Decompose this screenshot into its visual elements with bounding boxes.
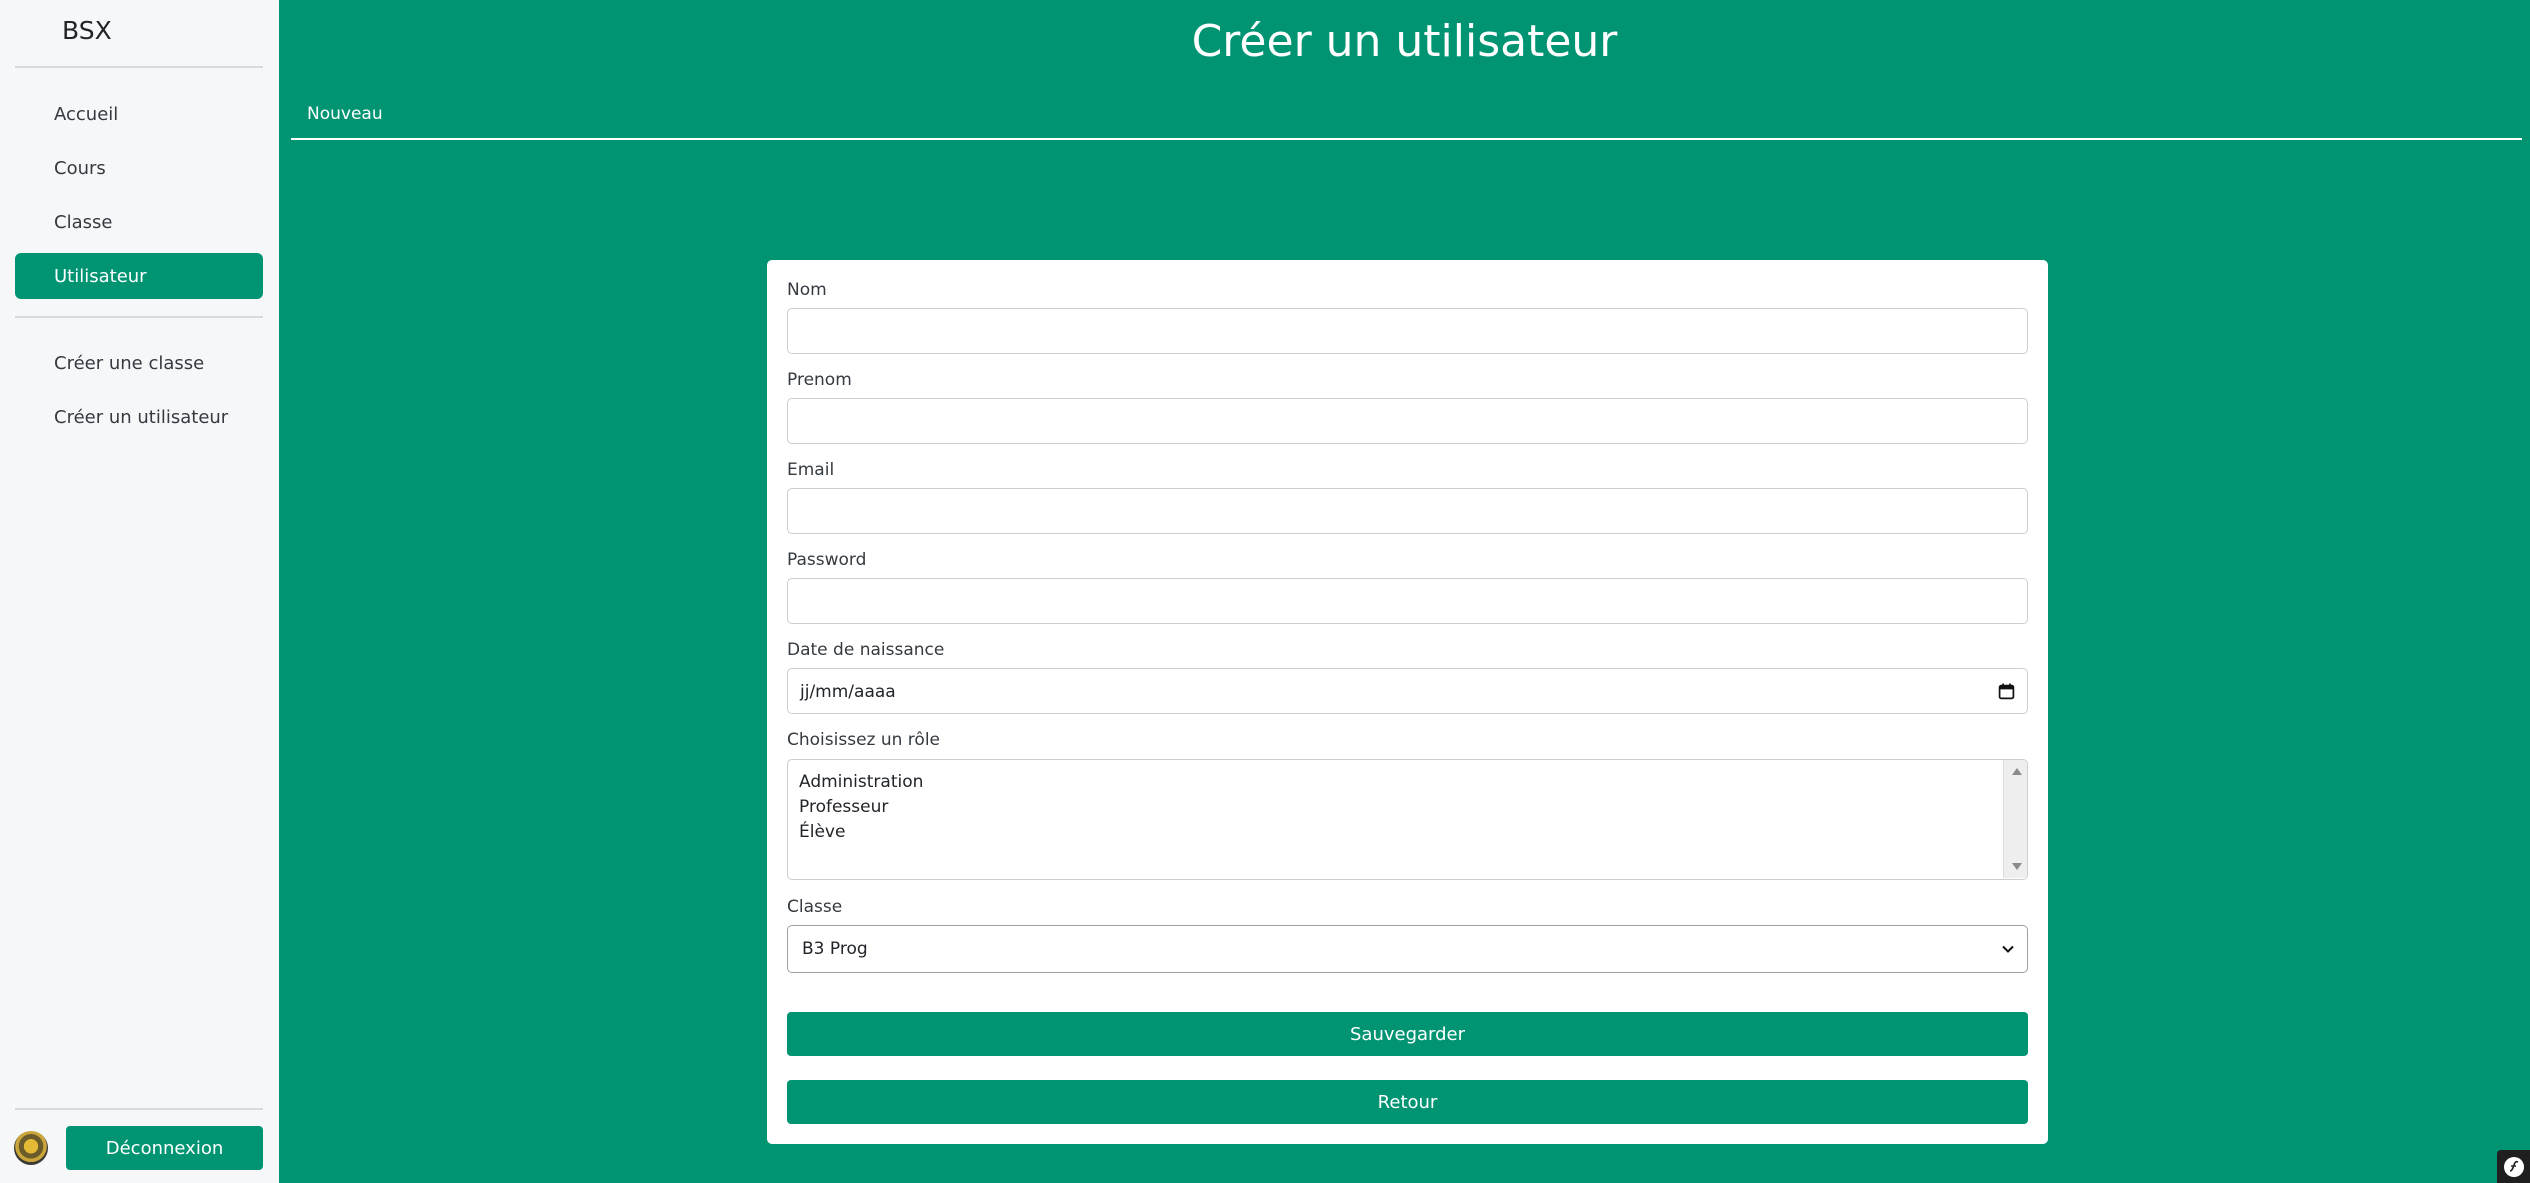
sidebar-divider — [15, 1108, 263, 1110]
calendar-icon[interactable] — [1998, 683, 2015, 700]
sidebar-divider — [15, 316, 263, 318]
role-scrollbar[interactable] — [2003, 760, 2027, 878]
symfony-icon — [2503, 1156, 2524, 1177]
avatar[interactable] — [14, 1131, 48, 1165]
email-label: Email — [787, 460, 835, 480]
classe-selected-value: B3 Prog — [802, 939, 868, 959]
role-label: Choisissez un rôle — [787, 730, 940, 750]
sidebar-item-cours[interactable]: Cours — [15, 145, 263, 191]
sidebar-item-accueil[interactable]: Accueil — [15, 91, 263, 137]
back-button[interactable]: Retour — [787, 1080, 2028, 1124]
save-button[interactable]: Sauvegarder — [787, 1012, 2028, 1056]
birthdate-placeholder: jj/mm/aaaa — [800, 682, 896, 702]
sidebar-item-creer-classe[interactable]: Créer une classe — [15, 340, 263, 386]
user-form-card: Nom Prenom Email Password Date de naissa… — [767, 260, 2048, 1144]
logout-button[interactable]: Déconnexion — [66, 1126, 263, 1170]
email-input[interactable] — [787, 488, 2028, 534]
nom-input[interactable] — [787, 308, 2028, 354]
sidebar-divider — [15, 66, 263, 68]
page-title: Créer un utilisateur — [1191, 16, 1618, 67]
sidebar-item-utilisateur[interactable]: Utilisateur — [15, 253, 263, 299]
role-option-eleve[interactable]: Élève — [799, 822, 845, 842]
classe-select[interactable]: B3 Prog — [787, 925, 2028, 973]
password-input[interactable] — [787, 578, 2028, 624]
birthdate-label: Date de naissance — [787, 640, 945, 660]
sidebar: BSX Accueil Cours Classe Utilisateur Cré… — [0, 0, 279, 1183]
classe-label: Classe — [787, 897, 843, 917]
role-option-professeur[interactable]: Professeur — [799, 797, 888, 817]
password-label: Password — [787, 550, 867, 570]
nom-label: Nom — [787, 280, 827, 300]
role-option-administration[interactable]: Administration — [799, 772, 923, 792]
brand-logo[interactable]: BSX — [62, 16, 112, 45]
header-divider — [291, 138, 2522, 140]
scroll-up-icon[interactable] — [2012, 768, 2022, 775]
sidebar-item-classe[interactable]: Classe — [15, 199, 263, 245]
prenom-input[interactable] — [787, 398, 2028, 444]
tab-nouveau[interactable]: Nouveau — [307, 104, 383, 124]
role-listbox[interactable]: Administration Professeur Élève — [787, 759, 2028, 880]
sidebar-item-creer-utilisateur[interactable]: Créer un utilisateur — [15, 394, 263, 440]
chevron-down-icon — [2002, 945, 2014, 953]
symfony-toolbar-toggle[interactable] — [2497, 1150, 2530, 1183]
birthdate-input[interactable]: jj/mm/aaaa — [787, 668, 2028, 714]
prenom-label: Prenom — [787, 370, 852, 390]
scroll-down-icon[interactable] — [2012, 863, 2022, 870]
